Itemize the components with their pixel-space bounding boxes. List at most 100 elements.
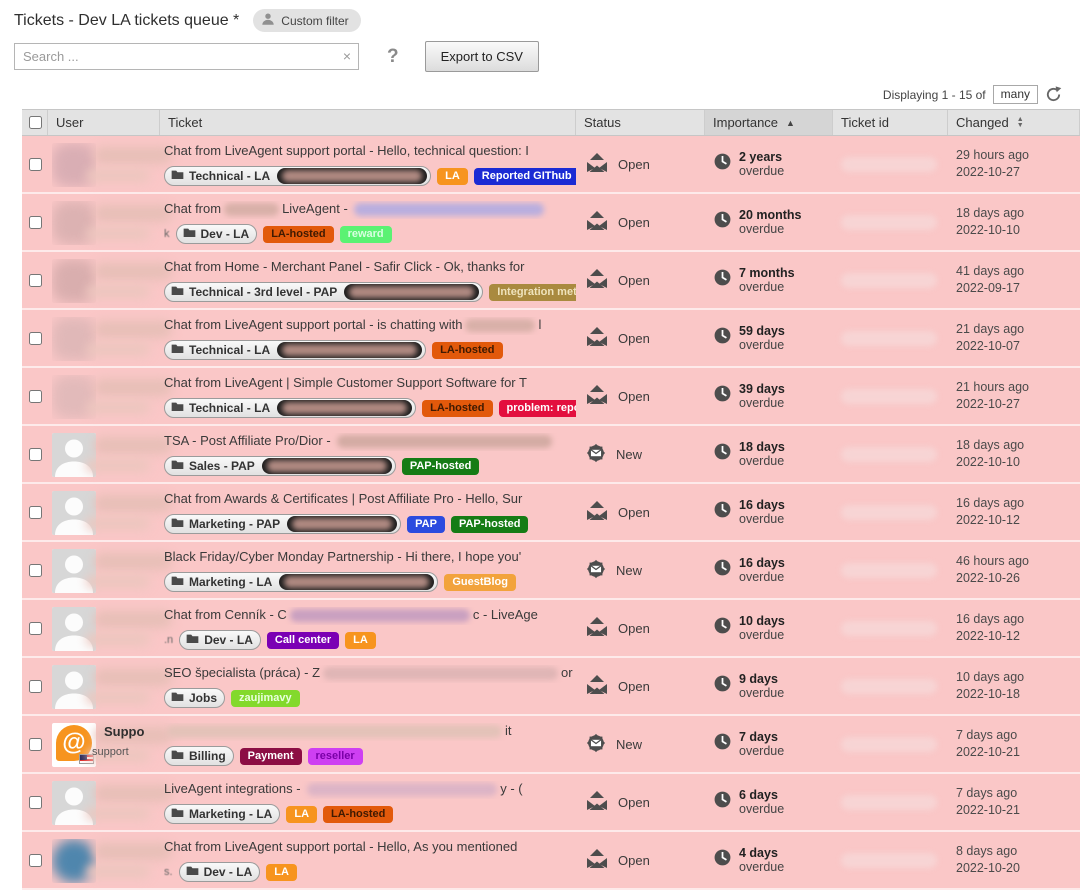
ticket-tag[interactable]: Reported GIThub (474, 168, 576, 185)
column-header-importance[interactable]: Importance ▲ (705, 110, 833, 135)
department-tag[interactable]: Sales - PAP (164, 456, 396, 476)
refresh-icon[interactable] (1045, 86, 1062, 103)
row-checkbox[interactable] (29, 796, 42, 809)
row-checkbox[interactable] (29, 390, 42, 403)
ticket-row[interactable]: Chat from Cenník - Cc - LiveAge.nDev - L… (22, 600, 1080, 658)
search-input[interactable] (14, 43, 359, 70)
ticket-subject[interactable]: Chat from Awards & Certificates | Post A… (164, 491, 576, 509)
ticket-tag[interactable]: LA-hosted (263, 226, 333, 243)
ticket-row[interactable]: Black Friday/Cyber Monday Partnership - … (22, 542, 1080, 600)
ticket-id-cell (833, 194, 948, 250)
row-checkbox[interactable] (29, 332, 42, 345)
column-header-user[interactable]: User (48, 110, 160, 135)
ticket-tags: Technical - 3rd level - PAP Integration m… (164, 282, 576, 302)
department-tag[interactable]: Technical - LA (164, 340, 426, 360)
ticket-subject[interactable]: TSA - Post Affiliate Pro/Dior - (164, 433, 576, 451)
page-count-box[interactable]: many (993, 85, 1038, 104)
department-tag[interactable]: Dev - LA (176, 224, 258, 244)
custom-filter-badge[interactable]: Custom filter (253, 9, 360, 32)
ticket-tag[interactable]: LA (266, 864, 297, 881)
ticket-id-cell (833, 368, 948, 424)
ticket-tag[interactable]: reseller (308, 748, 363, 765)
column-header-changed[interactable]: Changed ▲▼ (948, 110, 1080, 135)
row-checkbox[interactable] (29, 448, 42, 461)
ticket-row[interactable]: Chat fromLiveAgent - kDev - LALA-hostedr… (22, 194, 1080, 252)
ticket-subject[interactable]: Chat from LiveAgent support portal - Hel… (164, 143, 576, 161)
ticket-tag[interactable]: LA (345, 632, 376, 649)
department-tag[interactable]: Technical - LA (164, 398, 416, 418)
department-tag[interactable]: Dev - LA (179, 630, 261, 650)
ticket-cell: TSA - Post Affiliate Pro/Dior - Sales - … (160, 426, 576, 482)
ticket-row[interactable]: TSA - Post Affiliate Pro/Dior - Sales - … (22, 426, 1080, 484)
department-tag[interactable]: Technical - LA (164, 166, 431, 186)
ticket-tag[interactable]: GuestBlog (444, 574, 516, 591)
row-checkbox[interactable] (29, 564, 42, 577)
ticket-subject[interactable]: Chat from LiveAgent | Simple Customer Su… (164, 375, 576, 393)
department-tag[interactable]: Dev - LA (179, 862, 261, 882)
column-header-status[interactable]: Status (576, 110, 705, 135)
ticket-row[interactable]: SEO špecialista (práca) - Zor Jobs zaujima… (22, 658, 1080, 716)
ticket-tag[interactable]: PAP-hosted (402, 458, 480, 475)
department-tag[interactable]: Billing (164, 746, 234, 766)
department-tag[interactable]: Jobs (164, 688, 225, 708)
changed-cell: 7 days ago2022-10-21 (948, 716, 1080, 772)
department-tag[interactable]: Technical - 3rd level - PAP (164, 282, 483, 302)
importance-sub: overdue (739, 570, 785, 584)
department-tag[interactable]: Marketing - PAP (164, 514, 401, 534)
ticket-tag[interactable]: Payment (240, 748, 302, 765)
ticket-subject[interactable]: SEO špecialista (práca) - Zor (164, 665, 576, 683)
ticket-subject[interactable]: Chat from Home - Merchant Panel - Safir … (164, 259, 576, 277)
ticket-row[interactable]: Chat from LiveAgent support portal - Hel… (22, 832, 1080, 890)
row-checkbox[interactable] (29, 274, 42, 287)
export-csv-button[interactable]: Export to CSV (425, 41, 539, 72)
ticket-subject[interactable]: Black Friday/Cyber Monday Partnership - … (164, 549, 576, 567)
department-label: Technical - 3rd level - PAP (189, 285, 337, 299)
ticket-tag[interactable]: LA-hosted (432, 342, 502, 359)
select-all-checkbox[interactable] (29, 116, 42, 129)
redacted-text (290, 609, 470, 622)
row-checkbox[interactable] (29, 216, 42, 229)
ticket-tag[interactable]: LA-hosted (422, 400, 492, 417)
ticket-row[interactable]: Chat from LiveAgent support portal - is … (22, 310, 1080, 368)
ticket-row[interactable]: Chat from Home - Merchant Panel - Safir … (22, 252, 1080, 310)
ticket-tag[interactable]: LA-hosted (323, 806, 393, 823)
ticket-tag[interactable]: zaujimavy (231, 690, 300, 707)
ticket-tag[interactable]: PAP (407, 516, 445, 533)
ticket-tag[interactable]: problem: repo (499, 400, 576, 417)
status-cell: New (576, 716, 705, 772)
row-checkbox[interactable] (29, 854, 42, 867)
department-tag[interactable]: Marketing - LA (164, 572, 438, 592)
ticket-subject[interactable]: Chat fromLiveAgent - (164, 201, 576, 219)
ticket-tag[interactable]: LA (286, 806, 317, 823)
row-checkbox[interactable] (29, 622, 42, 635)
changed-date: 2022-10-21 (956, 802, 1080, 819)
ticket-row[interactable]: Chat from LiveAgent support portal - Hel… (22, 136, 1080, 194)
ticket-tag[interactable]: PAP-hosted (451, 516, 529, 533)
user-cell (48, 484, 160, 540)
ticket-row[interactable]: @SupposupportitBillingPaymentresellerNew… (22, 716, 1080, 774)
column-header-ticket[interactable]: Ticket (160, 110, 576, 135)
ticket-subject[interactable]: Chat from Cenník - Cc - LiveAge (164, 607, 576, 625)
redacted-text (323, 667, 558, 680)
ticket-tag[interactable]: LA (437, 168, 468, 185)
importance-cell: 7 monthsoverdue (705, 252, 833, 308)
row-checkbox[interactable] (29, 680, 42, 693)
ticket-row[interactable]: Chat from LiveAgent | Simple Customer Su… (22, 368, 1080, 426)
search-box: × (14, 43, 359, 70)
row-checkbox[interactable] (29, 158, 42, 171)
ticket-tag[interactable]: Integration methods (489, 284, 576, 301)
column-header-ticket-id[interactable]: Ticket id (833, 110, 948, 135)
department-tag[interactable]: Marketing - LA (164, 804, 280, 824)
ticket-subject[interactable]: Chat from LiveAgent support portal - Hel… (164, 839, 576, 857)
ticket-row[interactable]: LiveAgent integrations - y - ( Marketing … (22, 774, 1080, 832)
ticket-row[interactable]: Chat from Awards & Certificates | Post A… (22, 484, 1080, 542)
ticket-tag[interactable]: reward (340, 226, 392, 243)
ticket-subject[interactable]: it (164, 723, 576, 741)
ticket-subject[interactable]: LiveAgent integrations - y - ( (164, 781, 576, 799)
row-checkbox[interactable] (29, 738, 42, 751)
clear-search-icon[interactable]: × (343, 48, 351, 64)
row-checkbox[interactable] (29, 506, 42, 519)
help-icon[interactable]: ? (387, 46, 399, 68)
ticket-subject[interactable]: Chat from LiveAgent support portal - is … (164, 317, 576, 335)
ticket-tag[interactable]: Call center (267, 632, 339, 649)
